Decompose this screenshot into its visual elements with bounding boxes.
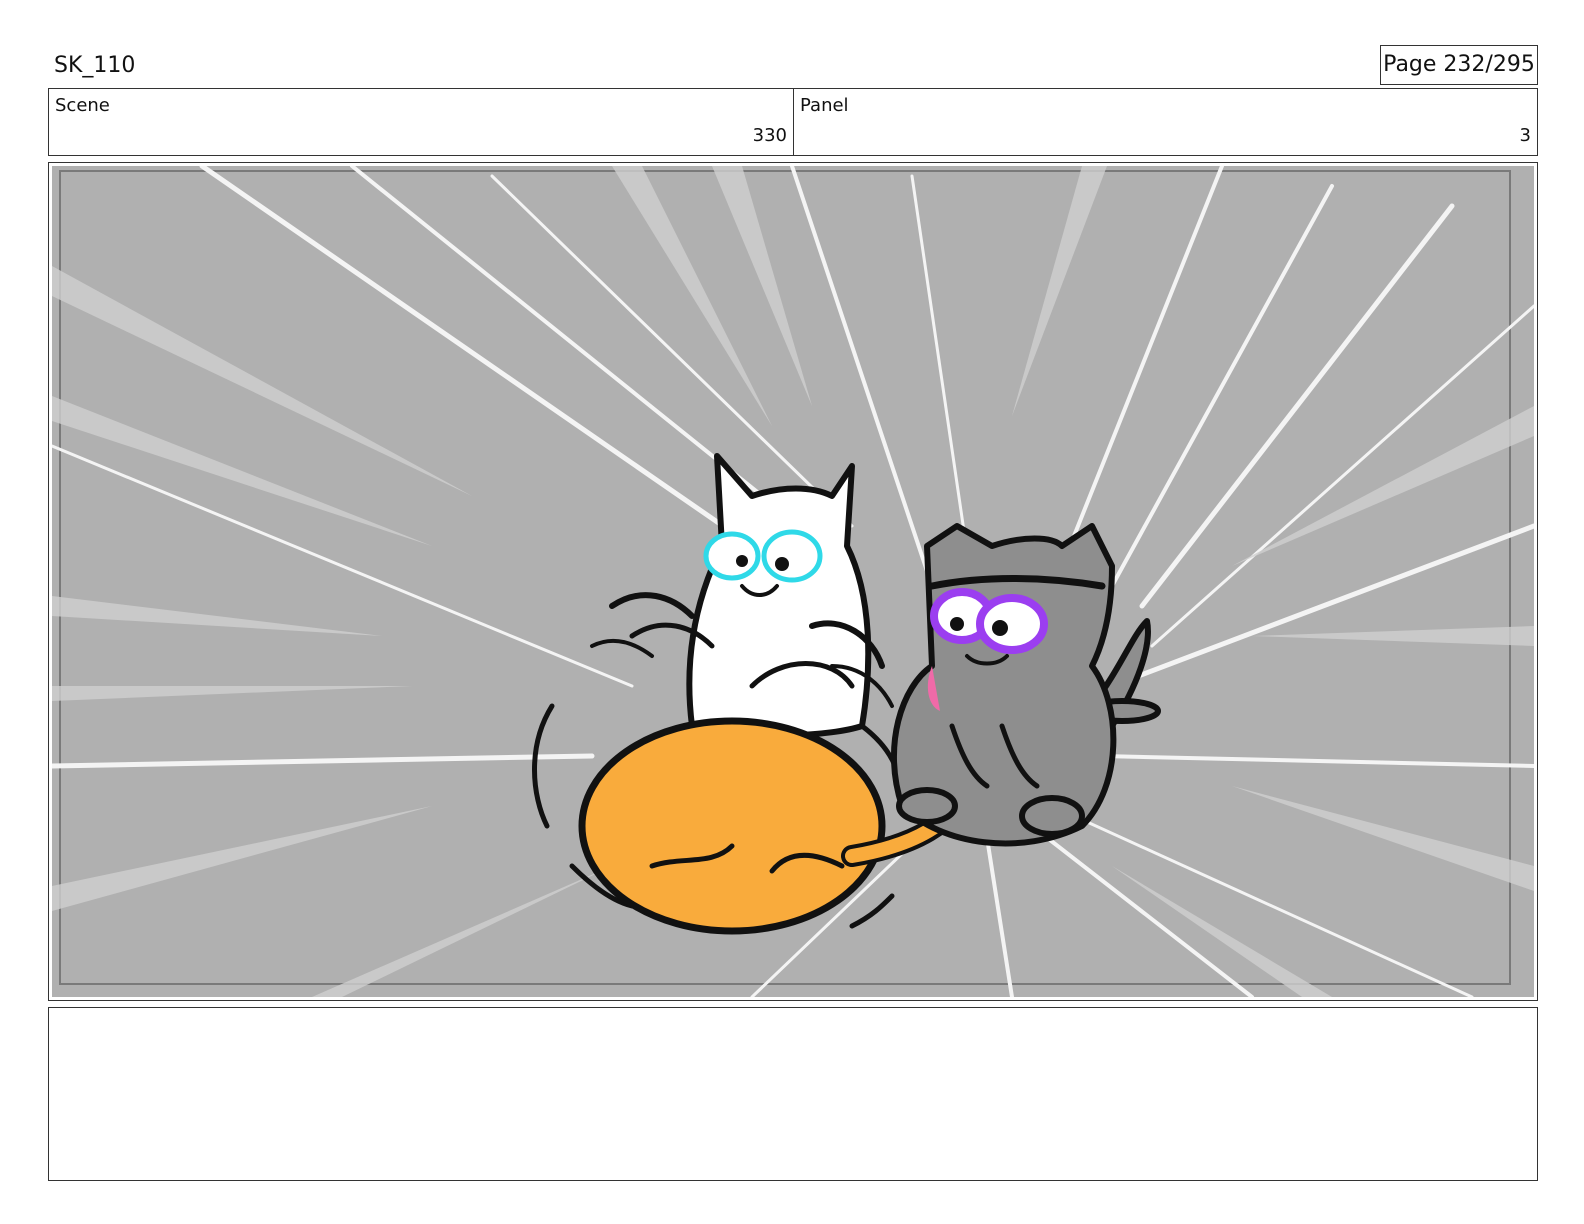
white-cat-eye-left — [703, 531, 761, 581]
panel-artwork — [52, 166, 1534, 997]
white-cat-eye-right — [761, 529, 823, 583]
panel-cell: Panel 3 — [794, 89, 1537, 155]
scene-number: 330 — [752, 125, 787, 146]
panel-label: Panel — [800, 95, 849, 116]
page-indicator: Page 232/295 — [1380, 45, 1538, 85]
storyboard-frame — [48, 162, 1538, 1001]
scene-label: Scene — [55, 95, 110, 116]
scene-cell: Scene 330 — [49, 89, 794, 155]
grey-cat-eye-right — [976, 594, 1048, 654]
scene-panel-info-row: Scene 330 Panel 3 — [48, 88, 1538, 156]
notes-box — [48, 1007, 1538, 1181]
panel-number: 3 — [1519, 125, 1531, 146]
project-title: SK_110 — [54, 53, 136, 78]
